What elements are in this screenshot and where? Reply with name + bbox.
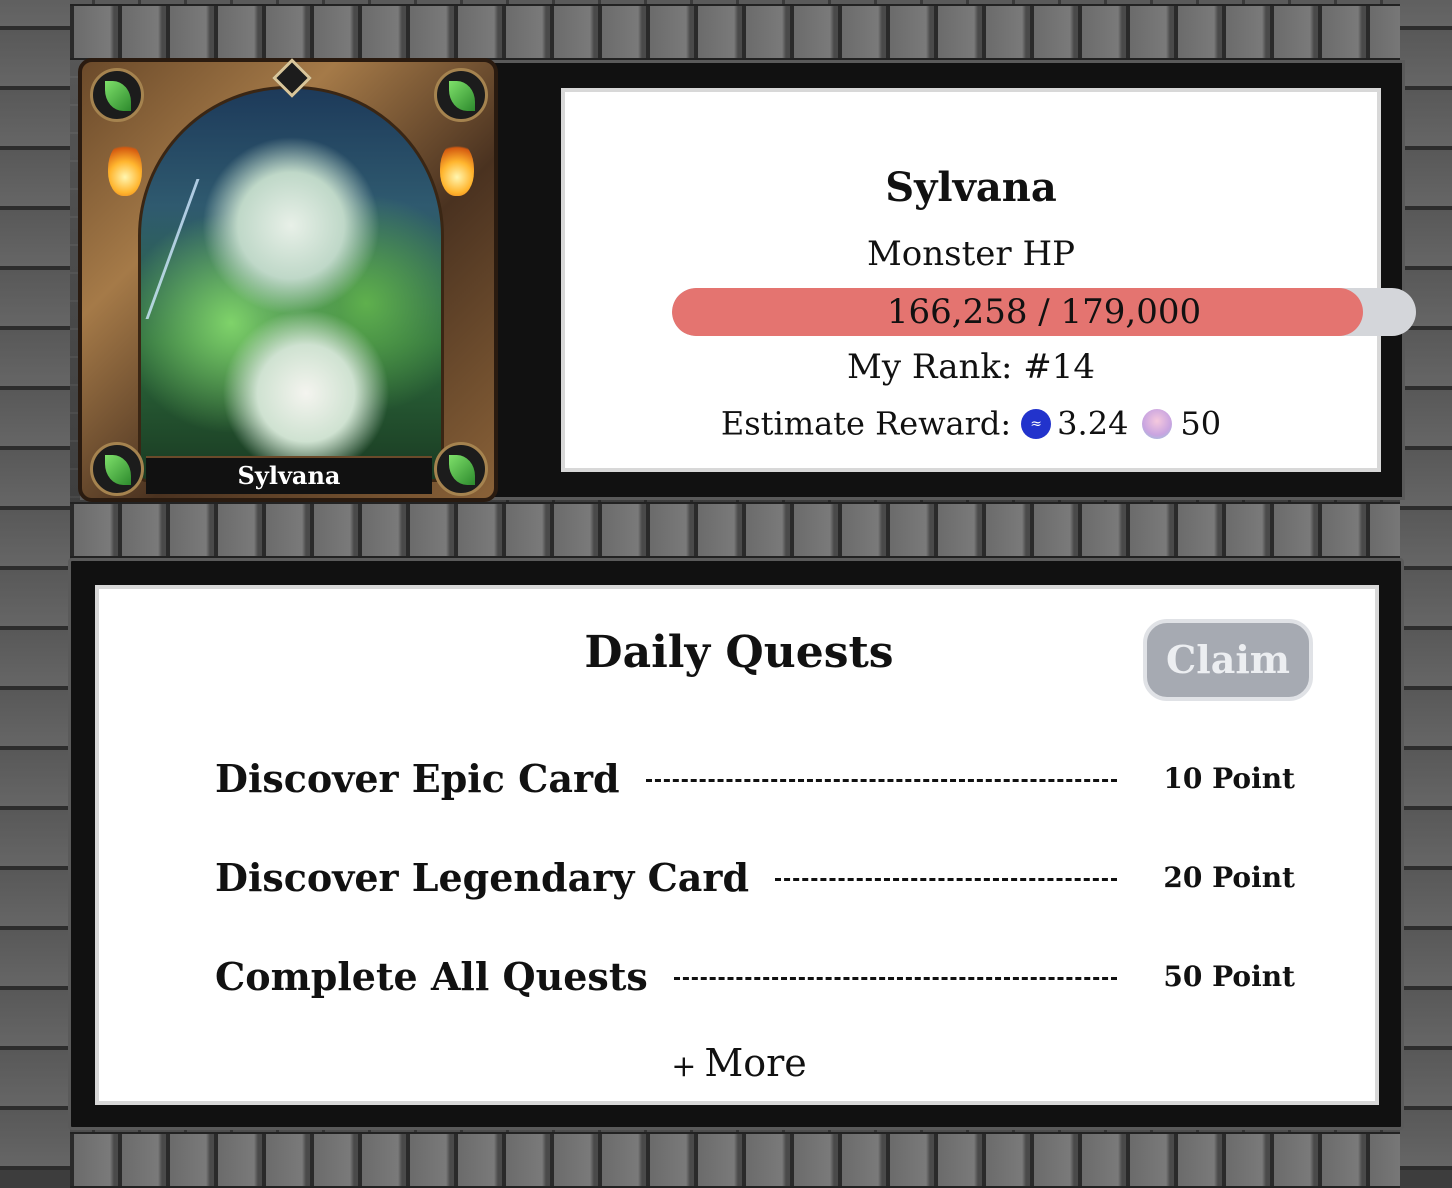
card-name: Sylvana xyxy=(146,456,432,494)
daily-quests-panel: Daily Quests Claim Discover Epic Card 10… xyxy=(68,558,1404,1130)
middle-carved-band xyxy=(70,502,1400,558)
more-quests-link[interactable]: + More xyxy=(99,1041,1379,1085)
dashed-leader xyxy=(775,877,1118,881)
monster-hp-value: 166,258 / 179,000 xyxy=(886,292,1202,332)
left-stone-pillar xyxy=(0,0,70,1170)
left-torch-flame-icon xyxy=(108,142,142,196)
nature-leaf-icon xyxy=(90,68,144,122)
boss-info-box: Sylvana Monster HP 166,258 / 179,000 My … xyxy=(561,88,1416,472)
reward-points-value: 50 xyxy=(1180,404,1222,443)
quest-name: Discover Legendary Card xyxy=(215,854,750,900)
quest-row: Discover Legendary Card 20 Point xyxy=(215,852,1295,902)
claim-button[interactable]: Claim xyxy=(1143,619,1313,701)
top-carved-band xyxy=(70,4,1400,60)
dashed-leader xyxy=(645,778,1118,782)
nature-leaf-icon xyxy=(434,68,488,122)
quest-name: Complete All Quests xyxy=(215,953,648,999)
quest-row: Complete All Quests 50 Point xyxy=(215,951,1295,1001)
monster-card-art xyxy=(138,86,444,482)
monster-card[interactable]: Sylvana xyxy=(78,58,498,502)
boss-name: Sylvana xyxy=(885,164,1057,211)
avatar-token-icon xyxy=(1142,408,1173,439)
reward-coin-value: 3.24 xyxy=(1057,404,1129,443)
nature-leaf-icon xyxy=(434,442,488,496)
quest-points: 10 Point xyxy=(1163,761,1295,795)
estimate-reward-label: Estimate Reward: xyxy=(720,404,1012,443)
quest-name: Discover Epic Card xyxy=(215,755,620,801)
monster-hp-bar: 166,258 / 179,000 xyxy=(672,288,1416,336)
monster-hp-label: Monster HP xyxy=(866,234,1075,274)
daily-quests-box: Daily Quests Claim Discover Epic Card 10… xyxy=(95,585,1379,1105)
dashed-leader xyxy=(673,976,1118,980)
right-torch-flame-icon xyxy=(440,142,474,196)
quest-row: Discover Epic Card 10 Point xyxy=(215,753,1295,803)
my-rank: My Rank: #14 xyxy=(847,347,1095,387)
more-label: More xyxy=(704,1041,807,1085)
bottom-carved-band xyxy=(70,1132,1400,1188)
estimate-reward: Estimate Reward: ≈3.24 50 xyxy=(565,402,1377,443)
nature-leaf-icon xyxy=(90,442,144,496)
right-stone-pillar xyxy=(1400,0,1452,1170)
lightning-bolt-art xyxy=(145,179,280,319)
quest-points: 20 Point xyxy=(1163,860,1295,894)
plus-icon: + xyxy=(671,1049,697,1084)
quest-points: 50 Point xyxy=(1163,959,1295,993)
steem-coin-icon: ≈ xyxy=(1021,408,1052,439)
